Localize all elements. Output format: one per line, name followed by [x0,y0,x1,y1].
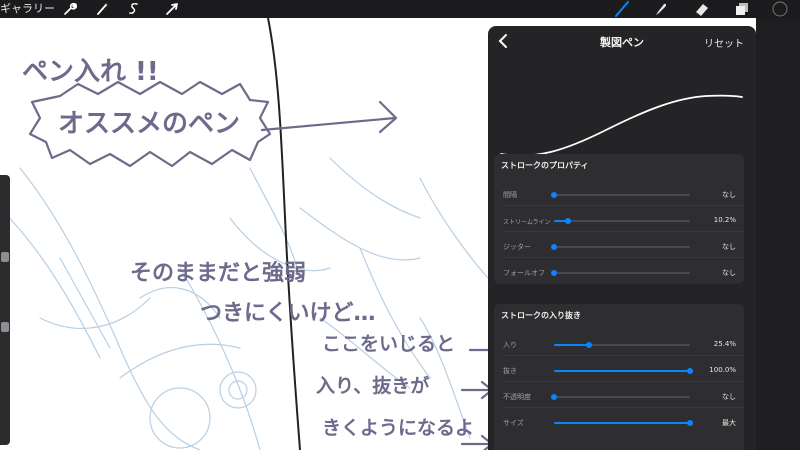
annotation-line4: つきにくいけど… [200,301,376,326]
annotation-line1: ペン入れ !! [22,57,159,87]
reset-button[interactable]: リセット [704,35,744,50]
brush-settings-panel: 製図ペン リセット ストロークのプロパティ 間隔 なし ストリームライン 10.… [488,26,756,450]
setting-row-streamline[interactable]: ストリームライン 10.2% [494,210,744,232]
setting-value: 25.4% [713,340,736,348]
annotation-line5: ここをいじると [322,333,455,355]
wrench-icon[interactable] [62,1,78,17]
setting-label: 間隔 [503,191,517,199]
row-divider [503,231,744,232]
annotation-box-text: オススメのペン [58,109,240,139]
setting-row-jitter[interactable]: ジッター なし [494,236,744,258]
setting-label: 抜き [503,367,517,375]
slider-track[interactable] [551,244,690,250]
slider-track[interactable] [554,218,690,224]
slider-track[interactable] [554,368,693,374]
setting-value: 10.2% [713,216,736,224]
smudge-icon[interactable] [652,1,668,17]
setting-row-falloff[interactable]: フォールオフ なし [494,262,744,284]
setting-row-size[interactable]: サイズ 最大 [494,412,744,434]
slider-track[interactable] [554,342,690,348]
top-toolbar: ギャラリー [0,0,800,18]
slider-track[interactable] [551,192,690,198]
setting-label: サイズ [503,419,524,427]
row-divider [503,257,744,258]
slider-track[interactable] [554,420,693,426]
section-title: ストロークのプロパティ [501,161,589,170]
setting-value: なし [722,191,736,199]
gallery-button[interactable]: ギャラリー [0,2,55,16]
setting-row-opacity[interactable]: 不透明度 なし [494,386,744,408]
setting-label: ジッター [503,243,531,251]
row-divider [503,407,744,408]
selection-s-icon[interactable] [126,1,142,17]
slider-fill [554,344,589,346]
setting-label: 入り [503,341,517,349]
stroke-properties-section: ストロークのプロパティ 間隔 なし ストリームライン 10.2% ジッター なし… [494,154,744,284]
setting-label: 不透明度 [503,393,531,401]
setting-value: なし [722,243,736,251]
setting-value: なし [722,269,736,277]
magic-wand-icon[interactable] [94,1,110,17]
setting-row-pressure-end[interactable]: 抜き 100.0% [494,360,744,382]
slider-knob[interactable] [551,394,557,400]
section-title: ストロークの入り抜き [501,311,581,320]
slider-fill [554,370,690,372]
brush-icon[interactable] [614,1,630,17]
slider-knob[interactable] [585,342,592,348]
layers-icon[interactable] [734,1,750,17]
setting-row-spacing[interactable]: 間隔 なし [494,184,744,206]
setting-label: フォールオフ [503,269,545,277]
stroke-preview [500,94,743,157]
left-sidebar [0,175,10,445]
annotation-line7: きくようになるよ [322,417,474,439]
row-divider [503,381,744,382]
setting-value: 最大 [722,419,736,427]
slider-knob[interactable] [687,368,693,374]
color-swatch[interactable] [772,1,788,17]
slider-track[interactable] [551,270,690,276]
setting-row-pressure-start[interactable]: 入り 25.4% [494,334,744,356]
eraser-icon[interactable] [694,1,710,17]
stroke-taper-section: ストロークの入り抜き 入り 25.4% 抜き 100.0% 不透明度 なし サイ… [494,304,744,450]
setting-value: 100.0% [709,366,736,374]
setting-value: なし [722,393,736,401]
slider-knob[interactable] [551,192,557,198]
row-divider [503,355,744,356]
canvas-dark-edge [756,18,800,450]
slider-knob[interactable] [687,420,693,426]
slider-knob[interactable] [551,244,557,250]
brush-size-slider-handle[interactable] [1,252,9,262]
transform-arrow-icon[interactable] [164,1,180,17]
slider-track[interactable] [551,394,690,400]
opacity-slider-handle[interactable] [1,322,9,332]
annotation-line3: そのままだと強弱 [130,260,306,286]
row-divider [503,205,744,206]
slider-fill [554,422,690,424]
panel-header: 製図ペン リセット [488,26,756,56]
slider-knob[interactable] [564,218,571,224]
setting-label: ストリームライン [503,219,551,226]
annotation-line6: 入り、抜きが [316,374,429,397]
slider-knob[interactable] [551,270,557,276]
